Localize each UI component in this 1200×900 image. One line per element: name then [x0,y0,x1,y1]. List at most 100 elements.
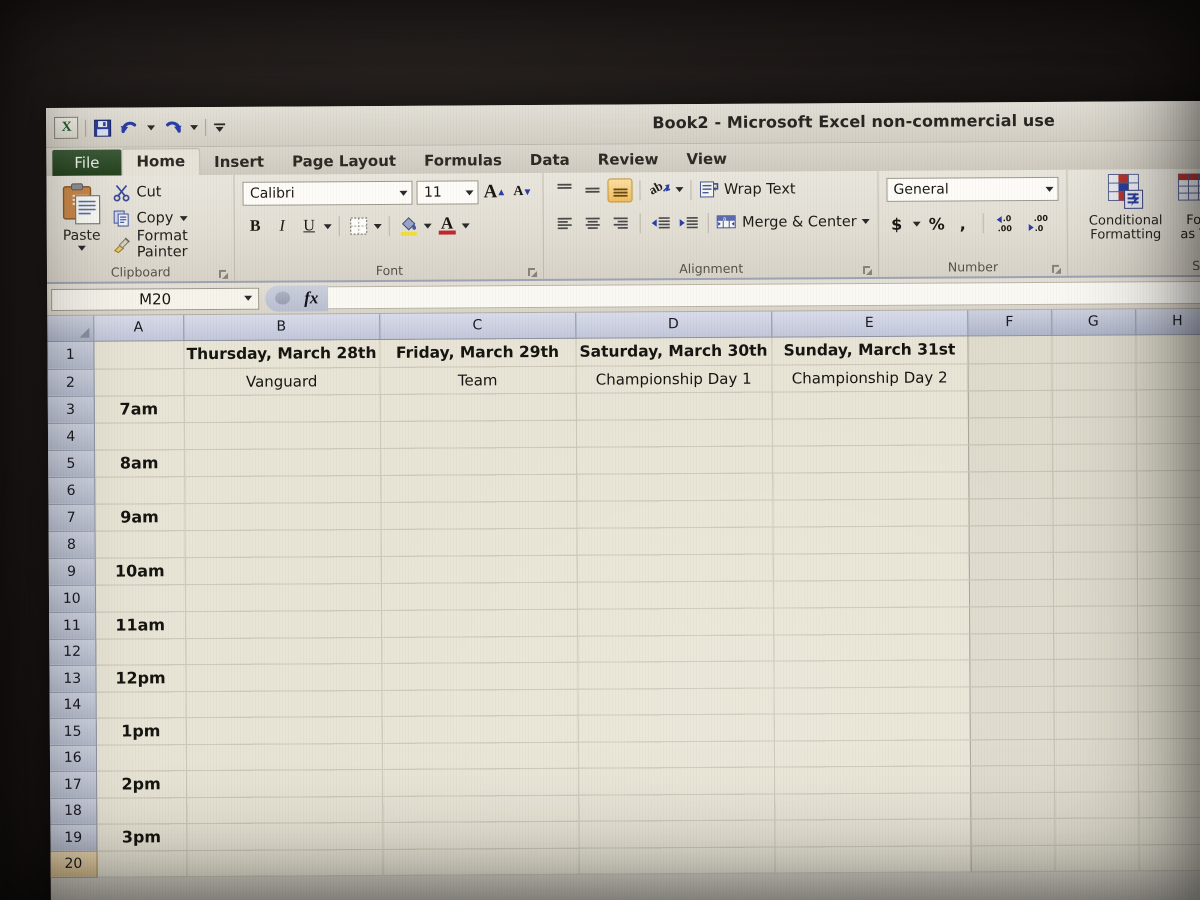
tab-home[interactable]: Home [121,148,201,176]
cell-D7[interactable] [576,499,773,528]
cell-F19[interactable] [970,817,1055,846]
cell-G9[interactable] [1052,551,1137,579]
cell-D15[interactable] [577,713,774,742]
cell-D3[interactable] [575,391,772,420]
cell-A15[interactable]: 1pm [95,717,186,745]
cell-C6[interactable] [380,473,577,502]
cell-B1[interactable]: Thursday, March 28th [183,338,380,369]
cell-A8[interactable] [94,530,185,558]
align-center-button[interactable] [580,211,605,235]
column-header-h[interactable]: H [1135,308,1200,335]
number-format-combobox[interactable]: General [886,176,1059,202]
formula-input[interactable] [328,280,1200,310]
cell-H8[interactable] [1136,523,1200,552]
cell-C4[interactable] [379,419,577,448]
cell-E5[interactable] [772,444,969,473]
align-left-button[interactable] [552,211,577,235]
cell-H6[interactable] [1136,469,1200,498]
cell-H16[interactable] [1137,737,1200,765]
cell-A17[interactable]: 2pm [96,770,187,798]
cell-C12[interactable] [381,635,578,663]
shrink-font-button[interactable]: A ▼ [511,180,535,204]
format-as-table-button[interactable]: Fo as T [1173,173,1200,251]
cell-G6[interactable] [1052,470,1137,498]
cell-B16[interactable] [185,742,383,771]
column-header-b[interactable]: B [183,313,380,341]
fill-color-button[interactable] [397,214,421,238]
clipboard-dialog-launcher-icon[interactable] [218,267,229,279]
cell-D11[interactable] [577,607,774,636]
cell-C11[interactable] [381,608,578,637]
cell-F4[interactable] [967,416,1053,445]
cell-G20[interactable] [1054,844,1139,871]
cell-G1[interactable] [1051,334,1136,363]
font-dialog-launcher-icon[interactable] [527,265,538,278]
cell-E13[interactable] [773,659,970,688]
merge-center-button[interactable]: a Merge & Center [716,212,870,232]
row-header-10[interactable]: 10 [48,584,96,612]
orientation-dropdown-icon[interactable] [675,187,684,193]
row-header-18[interactable]: 18 [50,797,97,824]
cell-F11[interactable] [969,605,1054,634]
cell-E17[interactable] [774,765,971,794]
tab-insert[interactable]: Insert [200,149,278,175]
cell-F14[interactable] [969,685,1054,713]
cell-B5[interactable] [184,447,381,477]
font-color-button[interactable]: A [435,213,459,237]
formula-collapse-icon[interactable] [275,291,291,305]
number-dialog-launcher-icon[interactable] [1051,262,1062,274]
cell-B3[interactable] [183,393,380,423]
cell-G5[interactable] [1052,443,1137,471]
cell-F9[interactable] [968,551,1053,580]
column-header-e[interactable]: E [771,310,968,337]
bold-button[interactable]: B [243,215,267,239]
cell-E14[interactable] [773,686,970,714]
cell-E4[interactable] [771,417,969,446]
cell-H12[interactable] [1137,631,1200,659]
cell-C17[interactable] [382,767,579,796]
font-size-combobox[interactable]: 11 [416,180,480,205]
accounting-format-button[interactable]: $ [887,212,907,236]
cell-C7[interactable] [380,500,577,529]
cell-D5[interactable] [576,445,773,474]
cell-D18[interactable] [578,793,775,821]
row-header-14[interactable]: 14 [49,691,96,718]
font-size-dropdown-icon[interactable] [465,189,474,195]
font-name-combobox[interactable]: Calibri [242,180,414,206]
cell-A14[interactable] [95,691,186,718]
accounting-dropdown-icon[interactable] [912,221,921,227]
borders-button[interactable] [347,214,371,238]
paste-dropdown-icon[interactable] [77,245,86,251]
cell-F10[interactable] [968,578,1054,607]
cell-B14[interactable] [185,689,382,718]
cell-C10[interactable] [380,581,578,610]
cell-C16[interactable] [381,741,579,769]
cell-A4[interactable] [93,422,185,450]
cell-F1[interactable] [967,334,1052,364]
cell-B12[interactable] [185,636,382,665]
column-header-c[interactable]: C [379,312,576,339]
borders-dropdown-icon[interactable] [374,223,383,229]
conditional-formatting-button[interactable]: Conditional Formatting [1077,173,1173,252]
cell-A12[interactable] [95,638,186,665]
tab-data[interactable]: Data [516,147,584,173]
cell-C9[interactable] [380,554,577,583]
cell-B4[interactable] [183,420,381,450]
cell-E9[interactable] [772,552,969,581]
row-header-6[interactable]: 6 [48,476,95,504]
cell-C14[interactable] [381,688,578,716]
cell-F6[interactable] [968,470,1053,499]
cell-H3[interactable] [1135,388,1200,417]
cell-B17[interactable] [186,768,383,798]
cell-E8[interactable] [772,525,969,554]
cell-C8[interactable] [380,527,577,556]
cell-G17[interactable] [1054,764,1139,792]
cell-G3[interactable] [1051,389,1136,417]
cell-G8[interactable] [1052,524,1137,552]
cell-D1[interactable]: Saturday, March 30th [575,336,772,366]
cell-B20[interactable] [186,848,383,877]
cell-F3[interactable] [967,389,1052,418]
cell-D9[interactable] [576,553,773,582]
cell-A3[interactable]: 7am [93,395,184,423]
underline-dropdown-icon[interactable] [324,223,333,229]
